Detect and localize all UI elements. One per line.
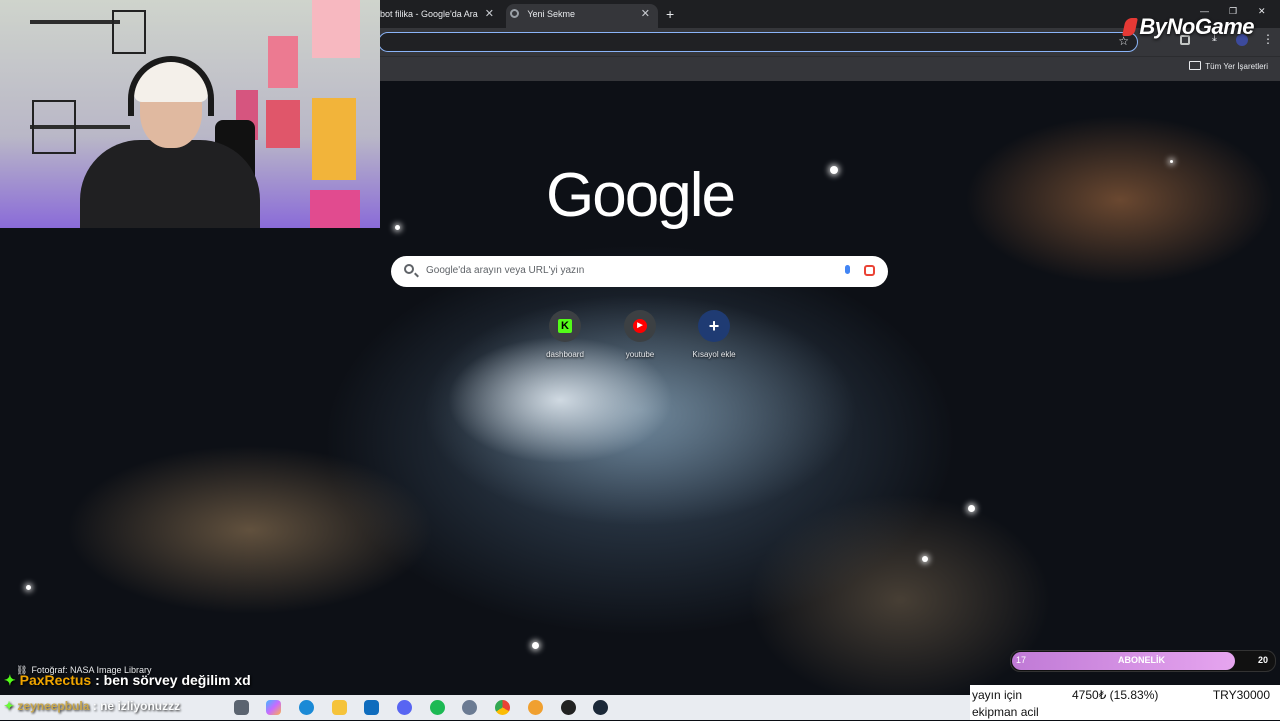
subscriber-current: 17 [1016,655,1027,665]
wall-frame [32,100,76,154]
tab-label: bot filika - Google'da Ara [380,9,478,19]
background-star [922,556,928,562]
discord-icon[interactable] [397,700,412,715]
copilot-icon[interactable] [266,700,281,715]
close-tab-icon[interactable]: ✕ [641,4,650,24]
chat-message: ✦ zeyneepbula : ne izliyonuzzz [4,699,180,713]
chrome-icon[interactable] [495,700,510,715]
wall-poster [268,36,298,88]
chat-message: ✦ PaxRectus : ben sörvey değilim xd [4,672,251,689]
headset-icon [128,56,214,116]
audio-icon[interactable] [528,700,543,715]
widgets-icon[interactable] [234,700,249,715]
settings-icon[interactable] [462,700,477,715]
shortcut-label: youtube [625,350,655,359]
address-bar[interactable]: ☆ [378,32,1138,52]
bynogame-logo: ByNoGame [1122,14,1254,40]
shelf [30,20,120,24]
background-star [532,642,539,649]
shortcut-label: dashboard [546,350,584,359]
chat-text: : ne izliyonuzzz [89,699,181,713]
menu-dots-icon[interactable]: ⋮ [1262,32,1274,46]
chat-username: zeyneepbula [17,699,90,713]
shortcut-add[interactable]: + Kısayol ekle [684,310,744,359]
window-close-icon[interactable]: ✕ [1258,6,1266,17]
background-star [26,585,31,590]
chat-badge-icon: ✦ [4,699,15,713]
shortcut-icon-circle: K [549,310,581,342]
shortcut-youtube[interactable]: ▶ youtube [610,310,670,359]
folder-icon [1189,61,1202,70]
all-bookmarks-button[interactable]: Tüm Yer İşaretleri [1189,61,1268,71]
google-logo: Google [546,161,736,230]
obs-icon[interactable] [561,700,576,715]
edge-icon[interactable] [299,700,314,715]
shortcut-label: Kısayol ekle [692,350,736,359]
outlook-icon[interactable] [364,700,379,715]
subscriber-goal-label: ABONELİK [1118,655,1165,665]
close-tab-icon[interactable]: ✕ [485,4,494,24]
steam-icon[interactable] [593,700,608,715]
chat-badge-icon: ✦ [4,672,16,688]
google-lens-icon[interactable] [864,265,875,276]
donation-amount: 4750₺ (15.83%) [1072,688,1159,702]
search-placeholder: Google'da arayın veya URL'yi yazın [426,265,585,276]
donation-goal-widget: yayın için ekipman acil 4750₺ (15.83%) T… [970,685,1280,720]
donation-goal-label: yayın için ekipman acil [972,687,1062,721]
tab-new-tab[interactable]: Yeni Sekme ✕ [506,4,658,28]
chrome-tab-icon [510,9,519,18]
tab-label: Yeni Sekme [527,9,576,19]
bynogame-logo-text: ByNoGame [1139,14,1254,39]
new-tab-button[interactable]: + [666,4,674,24]
youtube-icon: ▶ [633,319,647,333]
plus-icon: + [708,315,720,336]
file-explorer-icon[interactable] [332,700,347,715]
wall-frame [112,10,146,54]
search-icon [404,264,414,274]
spotify-icon[interactable] [430,700,445,715]
shortcut-dashboard[interactable]: K dashboard [535,310,595,359]
wall-poster [266,100,300,148]
tab-search-results[interactable]: bot filika - Google'da Ara ✕ [378,4,502,28]
donation-label-line: ekipman acil [972,705,1039,719]
background-star [968,505,975,512]
shortcut-icon-circle: ▶ [624,310,656,342]
subscriber-target: 20 [1258,655,1269,665]
microphone-icon[interactable] [845,265,850,274]
kick-icon: K [558,319,572,333]
donation-target: TRY30000 [1212,688,1270,702]
all-bookmarks-label: Tüm Yer İşaretleri [1205,62,1268,71]
donation-label-line: yayın için [972,688,1023,702]
search-input[interactable]: Google'da arayın veya URL'yi yazın [391,256,888,287]
shortcut-icon-circle: + [698,310,730,342]
wall-poster [312,0,360,58]
chat-text: : ben sörvey değilim xd [91,672,251,688]
bynogame-mark-icon [1122,18,1139,36]
chat-username: PaxRectus [19,672,92,688]
